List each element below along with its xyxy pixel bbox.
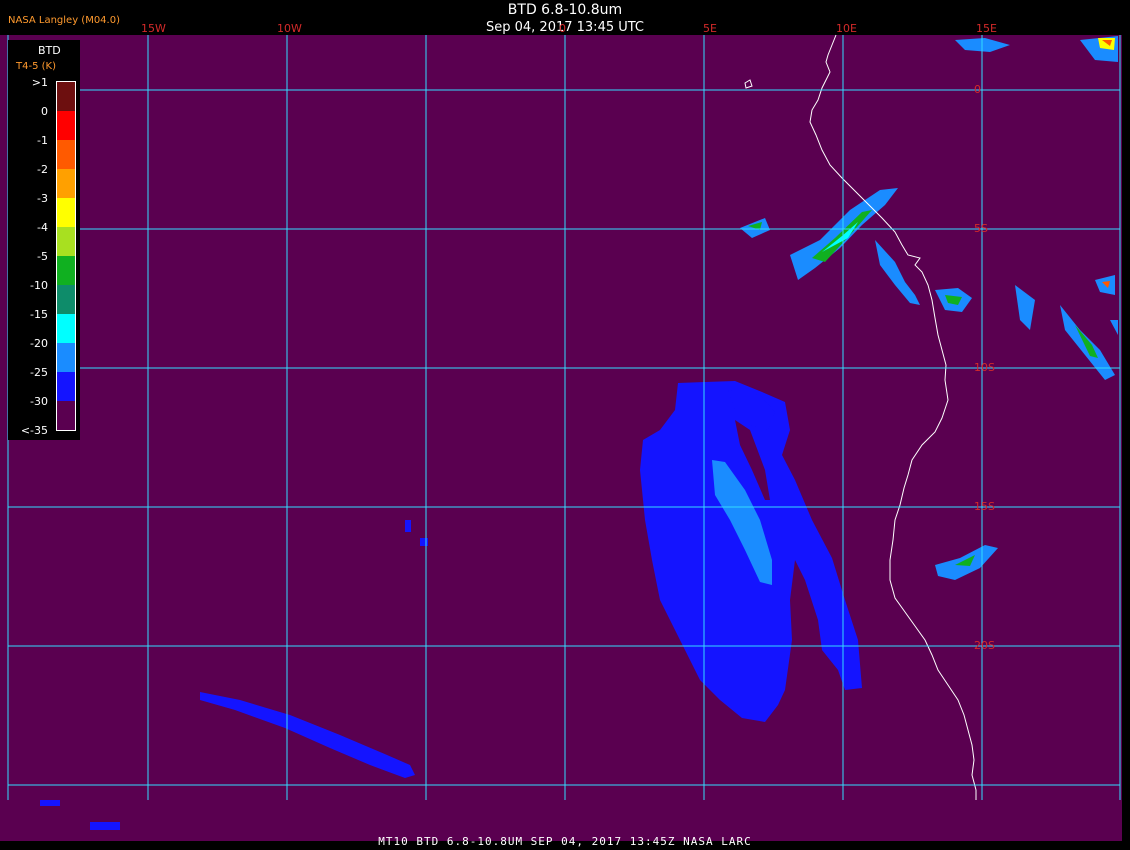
- legend-swatch: [57, 285, 75, 314]
- legend-title: BTD: [38, 44, 61, 57]
- legend-tick-label: -4: [37, 221, 48, 234]
- legend-swatch: [57, 111, 75, 140]
- lat-label-20s: 20S: [974, 639, 995, 652]
- legend-swatch: [57, 82, 75, 111]
- legend-swatch: [57, 140, 75, 169]
- lon-label-10e: 10E: [836, 22, 857, 35]
- lon-label-15e: 15E: [976, 22, 997, 35]
- legend-tick-label: -2: [37, 163, 48, 176]
- legend-tick-label: -15: [30, 308, 48, 321]
- legend-tick-label: >1: [31, 76, 48, 89]
- legend-tick-label: -25: [30, 366, 48, 379]
- legend-swatch: [57, 198, 75, 227]
- lon-label-0: 0: [559, 22, 566, 35]
- lon-label-5e: 5E: [703, 22, 717, 35]
- legend-subtitle: T4-5 (K): [16, 61, 56, 72]
- legend-tick-label: <-35: [20, 424, 48, 437]
- map-title: BTD 6.8-10.8um: [507, 2, 623, 18]
- legend-swatch: [57, 372, 75, 401]
- legend-tick-label: -30: [30, 395, 48, 408]
- legend-tick-label: -20: [30, 337, 48, 350]
- legend-swatch: [57, 169, 75, 198]
- legend-swatch: [57, 314, 75, 343]
- map-bottom-strip: [0, 800, 1122, 835]
- footer-caption: MT10 BTD 6.8-10.8UM SEP 04, 2017 13:45Z …: [378, 835, 752, 848]
- lat-label-5s: 5S: [974, 222, 988, 235]
- map-background: [0, 35, 1122, 841]
- legend-tick-label: -1: [37, 134, 48, 147]
- legend-tick-label: -3: [37, 192, 48, 205]
- legend-tick-label: -5: [37, 250, 48, 263]
- lon-label-15w: 15W: [141, 22, 166, 35]
- lat-label-10s: 10S: [974, 361, 995, 374]
- legend-swatch: [57, 227, 75, 256]
- lon-label-10w: 10W: [277, 22, 302, 35]
- legend-tick-label: -10: [30, 279, 48, 292]
- legend-swatch: [57, 343, 75, 372]
- legend-tick-label: 0: [41, 105, 48, 118]
- color-scale-bar: [56, 81, 76, 431]
- map-canvas: [0, 34, 1122, 841]
- lat-label-15s: 15S: [974, 500, 995, 513]
- legend-swatch: [57, 401, 75, 430]
- legend-swatch: [57, 256, 75, 285]
- lat-label-0: 0: [974, 83, 981, 96]
